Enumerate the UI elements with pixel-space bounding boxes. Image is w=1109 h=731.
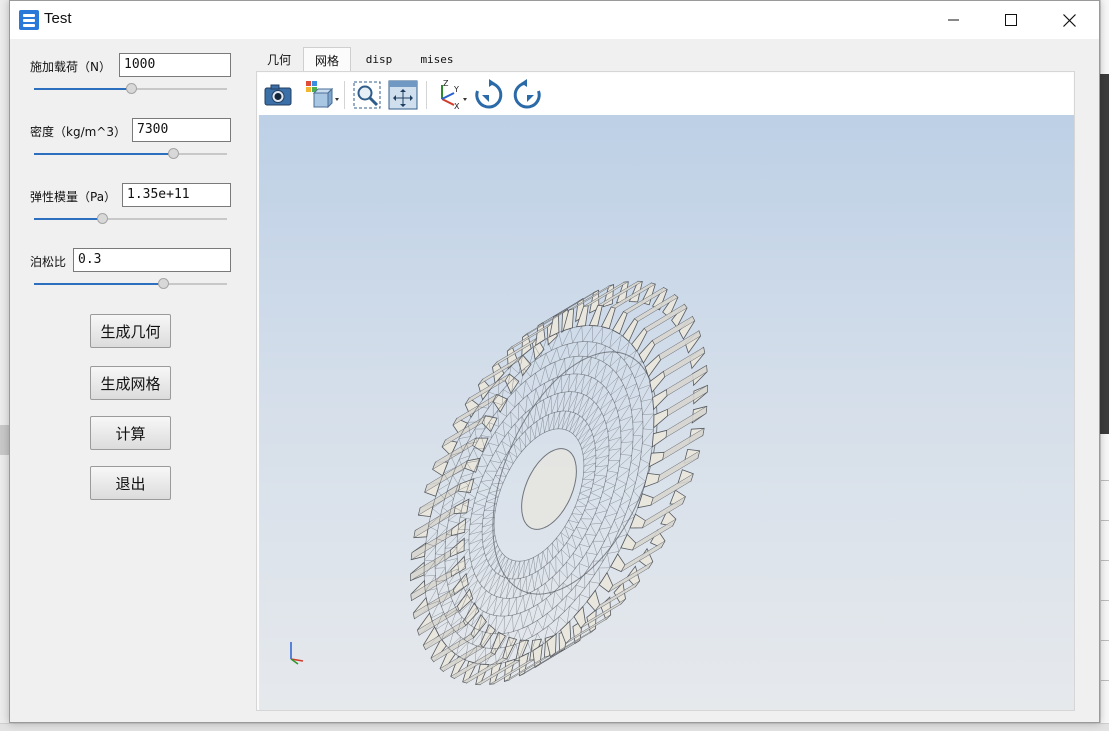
maximize-icon [1005,14,1017,26]
load-slider[interactable] [34,82,227,96]
view-panel: Z Y X [256,71,1075,711]
gear-mesh-model [409,280,709,686]
view-mode-dropdown-icon [306,81,339,109]
svg-text:Y: Y [453,85,459,94]
poisson-input[interactable]: 0.3 [73,248,231,272]
exit-button[interactable]: 退出 [90,466,171,500]
parameter-panel: 施加载荷（N） 1000 密度（kg/m^3） 7300 弹性模量（Pa） 1.… [10,39,250,723]
axes-orientation-dropdown-icon: Z Y X [441,79,467,111]
fit-all-button[interactable] [387,79,419,111]
minimize-button[interactable] [925,1,983,39]
minimize-icon [948,19,959,21]
generate-geometry-button[interactable]: 生成几何 [90,314,171,348]
view-mode-dropdown[interactable] [304,79,339,111]
zoom-window-icon [353,81,381,109]
app-window: Test 施加载荷（N） 1000 密度（kg/m^3） 7300 弹性模量（P… [9,0,1100,723]
rotate-counterclockwise-button[interactable] [511,79,543,111]
axis-triad-icon [290,642,304,665]
density-label: 密度（kg/m^3） [30,125,126,139]
fit-all-icon [388,80,418,110]
modulus-slider[interactable] [34,212,227,226]
poisson-label: 泊松比 [30,255,67,269]
close-icon [1062,13,1076,27]
tab-mises[interactable]: mises [407,47,467,72]
slider-handle[interactable] [125,83,137,94]
maximize-button[interactable] [982,1,1040,39]
background-taskbar-edge [0,723,1109,731]
svg-text:X: X [454,102,460,111]
rotate-clockwise-icon [475,79,503,109]
generate-mesh-button[interactable]: 生成网格 [90,366,171,400]
close-button[interactable] [1040,1,1098,39]
slider-handle[interactable] [167,148,179,159]
modulus-label: 弹性模量（Pa） [30,190,117,204]
zoom-window-button[interactable] [351,79,383,111]
poisson-slider[interactable] [34,277,227,291]
tab-geometry[interactable]: 几何 [255,47,303,72]
rotate-counterclockwise-icon [513,79,541,109]
svg-text:Z: Z [443,79,449,88]
load-input[interactable]: 1000 [119,53,231,77]
load-label: 施加载荷（N） [30,60,111,74]
title-bar[interactable]: Test [10,1,1099,39]
density-input[interactable]: 7300 [132,118,231,142]
camera-button[interactable] [262,79,294,111]
slider-handle[interactable] [158,278,170,289]
background-dark-panel [1100,74,1109,434]
density-slider[interactable] [34,147,227,161]
app-icon [19,10,39,30]
compute-button[interactable]: 计算 [90,416,171,450]
rotate-clockwise-button[interactable] [473,79,505,111]
modulus-input[interactable]: 1.35e+11 [122,183,231,207]
slider-handle[interactable] [96,213,108,224]
axes-orientation-dropdown[interactable]: Z Y X [434,79,467,111]
camera-icon [264,84,292,106]
tab-disp[interactable]: disp [351,47,407,72]
3d-viewport[interactable] [259,115,1074,710]
view-toolbar: Z Y X [258,73,1073,115]
window-title: Test [44,10,72,27]
tab-mesh[interactable]: 网格 [303,47,351,72]
